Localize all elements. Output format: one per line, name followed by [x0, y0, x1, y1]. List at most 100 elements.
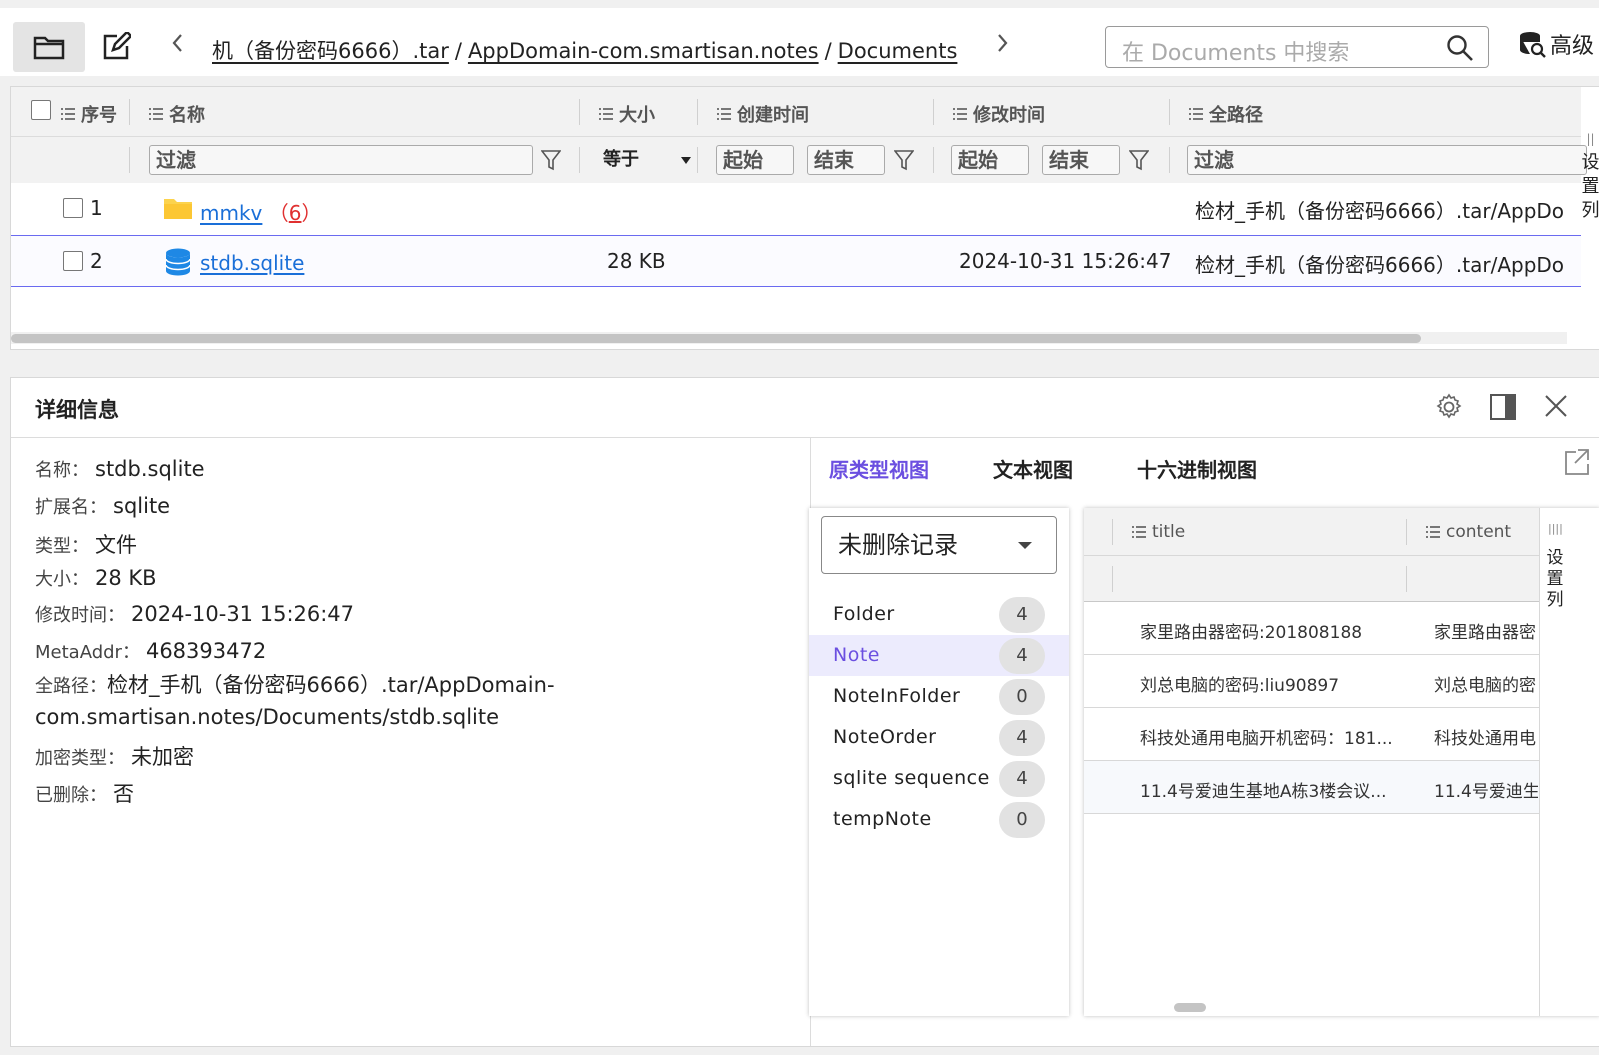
list-item[interactable]: Note 4 [809, 635, 1069, 676]
column-menu-icon [1132, 526, 1146, 538]
chevron-left-icon [172, 34, 182, 52]
table-row[interactable]: 1 mmkv （6） 检材_手机（备份密码6666）.tar/AppDo [11, 183, 1581, 235]
details-header: 详细信息 [11, 378, 1599, 438]
count-badge: 4 [999, 597, 1045, 633]
row-checkbox[interactable] [63, 198, 83, 218]
size-filter-select[interactable]: 等于 [603, 145, 639, 175]
filter-icon[interactable] [894, 149, 914, 171]
table-row[interactable]: 11.4号爱迪生基地A栋3楼会议... 11.4号爱迪生 [1084, 761, 1539, 814]
name-filter-input[interactable]: 过滤 [149, 145, 533, 175]
column-header-created[interactable]: 创建时间 [717, 101, 809, 127]
edit-icon [103, 32, 131, 60]
breadcrumb: 机（备份密码6666）.tar / AppDomain-com.smartisan.… [212, 39, 958, 63]
count-badge: 4 [999, 638, 1045, 674]
tab-text-view[interactable]: 文本视图 [993, 454, 1073, 483]
advanced-search-button[interactable]: 高级 [1518, 28, 1594, 60]
count-badge: 4 [999, 761, 1045, 797]
list-item[interactable]: Folder 4 [809, 594, 1069, 635]
list-item[interactable]: NoteOrder 4 [809, 717, 1069, 758]
open-external-icon[interactable] [1564, 448, 1590, 476]
select-all-checkbox[interactable] [31, 100, 51, 120]
chevron-right-icon [998, 34, 1008, 52]
info-extension: 扩展名： sqlite [35, 494, 171, 518]
info-encryption: 加密类型： 未加密 [35, 745, 194, 769]
folder-icon [164, 199, 192, 219]
tab-native-view[interactable]: 原类型视图 [829, 454, 929, 483]
cell-title: 科技处通用电脑开机密码：181... [1140, 729, 1393, 749]
path-filter-input[interactable]: 过滤 [1187, 145, 1587, 175]
database-search-icon [1520, 32, 1546, 58]
column-menu-icon [1189, 108, 1203, 120]
horizontal-scrollbar[interactable] [1174, 1003, 1206, 1012]
column-header-content[interactable]: content [1426, 522, 1511, 542]
cell-content: 11.4号爱迪生 [1434, 782, 1538, 802]
record-grid-header: title content [1084, 508, 1539, 556]
record-grid-filter-row [1084, 556, 1539, 602]
table-row[interactable]: 刘总电脑的密码:liu90897 刘总电脑的密 [1084, 655, 1539, 708]
breadcrumb-item[interactable]: Documents [838, 39, 958, 63]
created-start-input[interactable]: 起始 [716, 145, 794, 175]
caret-down-icon[interactable] [681, 157, 691, 164]
folder-view-button[interactable] [13, 22, 85, 72]
database-icon [165, 248, 191, 276]
file-table-filter-row: 过滤 等于 起始 结束 起始 结束 过滤 [11, 137, 1587, 184]
search-input[interactable]: 在 Documents 中搜索 [1105, 26, 1489, 68]
table-row[interactable]: 科技处通用电脑开机密码：181... 科技处通用电 [1084, 708, 1539, 761]
column-menu-icon [599, 108, 613, 120]
folder-icon [33, 36, 65, 60]
back-button[interactable] [170, 32, 184, 60]
row-name[interactable]: stdb.sqlite [200, 251, 304, 275]
created-end-input[interactable]: 结束 [807, 145, 885, 175]
column-header-modified[interactable]: 修改时间 [953, 101, 1045, 127]
row-name[interactable]: mmkv （6） [200, 197, 321, 226]
cell-content: 家里路由器密 [1434, 623, 1536, 643]
column-menu-icon [149, 108, 163, 120]
info-full-path: 全路径：检材_手机（备份密码6666）.tar/AppDomain-com.sm… [35, 673, 555, 729]
info-meta-addr: MetaAddr： 468393472 [35, 639, 267, 663]
file-table-header: 序号 名称 大小 创建时间 修改时间 全路径 [11, 87, 1581, 137]
list-item[interactable]: NoteInFolder 0 [809, 676, 1069, 717]
scrollbar-thumb[interactable] [11, 334, 1421, 343]
row-index: 2 [90, 249, 103, 273]
table-row[interactable]: 家里路由器密码:201808188 家里路由器密 [1084, 602, 1539, 655]
info-name: 名称： stdb.sqlite [35, 457, 205, 481]
count-badge: 4 [999, 720, 1045, 756]
filter-icon[interactable] [541, 149, 561, 171]
column-header-index[interactable]: 序号 [61, 101, 117, 127]
forward-button[interactable] [996, 32, 1010, 60]
search-icon[interactable] [1446, 34, 1474, 62]
edit-button[interactable] [80, 22, 152, 72]
modified-start-input[interactable]: 起始 [951, 145, 1029, 175]
gear-icon[interactable] [1435, 393, 1463, 421]
column-settings-button[interactable]: || 设置列 [1581, 127, 1599, 223]
details-panel: 详细信息 名称： stdb.sqlite 扩展名： sqlite 类型： 文件 大小：… [10, 377, 1599, 1047]
column-header-name[interactable]: 名称 [149, 101, 205, 127]
info-deleted: 已删除：否 [35, 782, 134, 806]
breadcrumb-item[interactable]: AppDomain-com.smartisan.notes [468, 39, 819, 63]
info-size: 大小： 28 KB [35, 566, 157, 590]
list-item[interactable]: sqlite sequence 4 [809, 758, 1069, 799]
tab-hex-view[interactable]: 十六进制视图 [1137, 454, 1257, 483]
list-item[interactable]: tempNote 0 [809, 799, 1069, 840]
filter-icon[interactable] [1129, 149, 1149, 171]
file-table: 序号 名称 大小 创建时间 修改时间 全路径 过滤 等于 起始 结束 起始 结束… [10, 86, 1599, 350]
table-row[interactable]: 2 stdb.sqlite 28 KB 2024-10-31 15:26:47 … [11, 235, 1581, 287]
column-header-full-path[interactable]: 全路径 [1189, 101, 1263, 127]
row-path: 检材_手机（备份密码6666）.tar/AppDo [1195, 199, 1565, 223]
info-type: 类型： 文件 [35, 533, 137, 557]
cell-title: 刘总电脑的密码:liu90897 [1140, 676, 1340, 696]
row-checkbox[interactable] [63, 251, 83, 271]
row-modified: 2024-10-31 15:26:47 [959, 249, 1172, 273]
horizontal-scrollbar[interactable] [11, 332, 1567, 344]
record-filter-dropdown[interactable]: 未删除记录 [821, 516, 1057, 574]
cell-content: 科技处通用电 [1434, 729, 1536, 749]
split-panel-icon[interactable] [1489, 393, 1517, 421]
column-settings-button[interactable]: |||| 设置列 [1539, 508, 1571, 1016]
column-menu-icon [717, 108, 731, 120]
modified-end-input[interactable]: 结束 [1042, 145, 1120, 175]
close-icon[interactable] [1543, 393, 1569, 419]
column-header-title[interactable]: title [1132, 522, 1185, 542]
column-header-size[interactable]: 大小 [599, 101, 655, 127]
breadcrumb-item[interactable]: 机（备份密码6666）.tar [212, 39, 449, 63]
cell-title: 家里路由器密码:201808188 [1140, 623, 1363, 643]
